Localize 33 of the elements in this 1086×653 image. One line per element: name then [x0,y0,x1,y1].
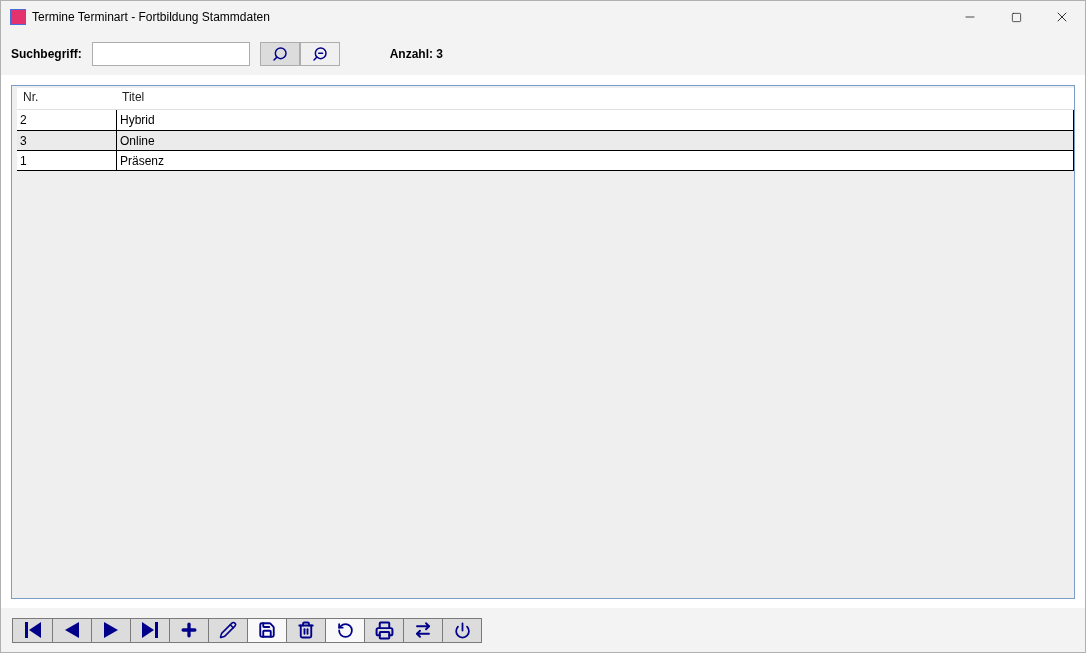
toolbar-button[interactable] [130,618,169,642]
skip-first-icon [23,621,42,639]
plus-icon [179,620,199,640]
swap-arrows-icon [414,621,432,639]
trash-icon [297,621,315,639]
table-cell: 1 [17,151,117,170]
toolbar-button[interactable] [52,618,91,642]
search-icon [271,46,288,62]
triangle-right-icon [103,621,119,639]
toolbar-button[interactable] [91,618,130,642]
toolbar-button[interactable] [403,618,442,642]
triangle-left-icon [64,621,80,639]
toolbar-button[interactable] [364,618,403,642]
table-cell: Präsenz [117,151,1074,170]
search-button[interactable] [259,42,300,66]
search-field[interactable] [91,42,250,66]
clear-search-button[interactable] [299,42,340,66]
power-icon [453,621,471,639]
search-label: Suchbegriff: [11,46,82,63]
toolbar-button[interactable] [169,618,208,642]
app-logo-icon [10,9,26,25]
pencil-icon [219,621,237,639]
maximize-icon [1010,11,1022,23]
record-count: Anzahl: 3 [389,46,443,63]
undo-icon [336,621,354,639]
zoom-out-icon [311,46,328,62]
printer-icon [374,620,394,640]
toolbar-button[interactable] [13,618,52,642]
toolbar-button[interactable] [208,618,247,642]
skip-last-icon [141,621,159,639]
toolbar-button[interactable] [286,618,325,642]
window-title: Termine Terminart - Fortbildung Stammdaten [32,9,270,26]
toolbar-button[interactable] [442,618,481,642]
